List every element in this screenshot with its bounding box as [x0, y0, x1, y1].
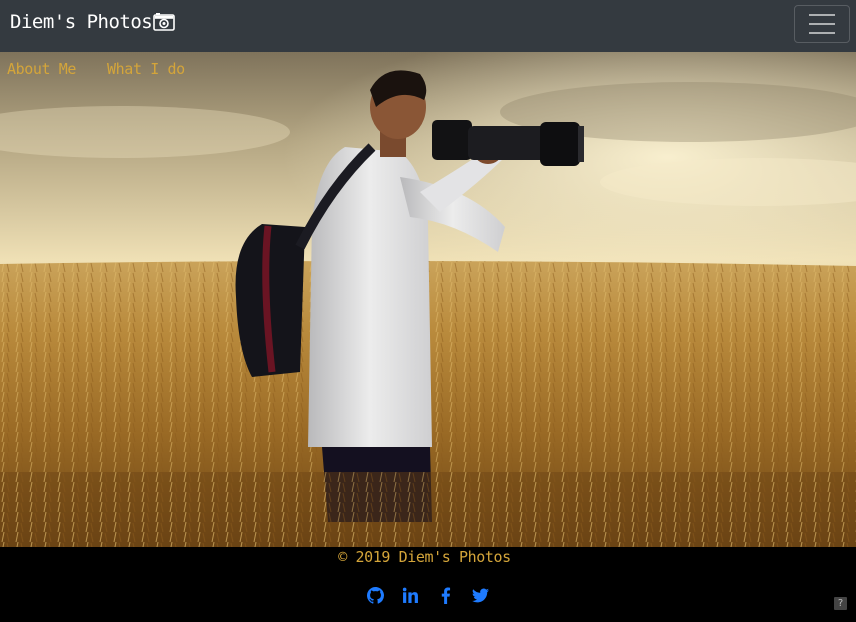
social-links	[367, 587, 489, 604]
copyright-text-wrap: © 2019 Diem's Photos	[0, 548, 856, 566]
help-button[interactable]: ?	[834, 597, 847, 610]
photographer-illustration	[0, 52, 856, 547]
linkedin-icon[interactable]	[402, 587, 419, 604]
brand-text: Diem's Photos	[10, 11, 153, 33]
camera-icon	[153, 12, 176, 32]
hero-image: About Me What I do	[0, 52, 856, 547]
nav-link-what-i-do[interactable]: What I do	[107, 60, 185, 78]
navbar: Diem's Photos	[0, 0, 856, 52]
github-icon[interactable]	[367, 587, 384, 604]
hero-nav: About Me What I do	[7, 60, 185, 78]
hamburger-menu-icon	[809, 11, 835, 38]
navbar-toggler-button[interactable]	[794, 5, 850, 43]
twitter-icon[interactable]	[472, 587, 489, 604]
facebook-icon[interactable]	[437, 587, 454, 604]
copyright-text: © 2019 Diem's Photos	[338, 548, 511, 566]
brand-link[interactable]: Diem's Photos	[10, 10, 176, 34]
nav-link-about-me[interactable]: About Me	[7, 60, 76, 78]
footer: © 2019 Diem's Photos ?	[0, 547, 856, 622]
